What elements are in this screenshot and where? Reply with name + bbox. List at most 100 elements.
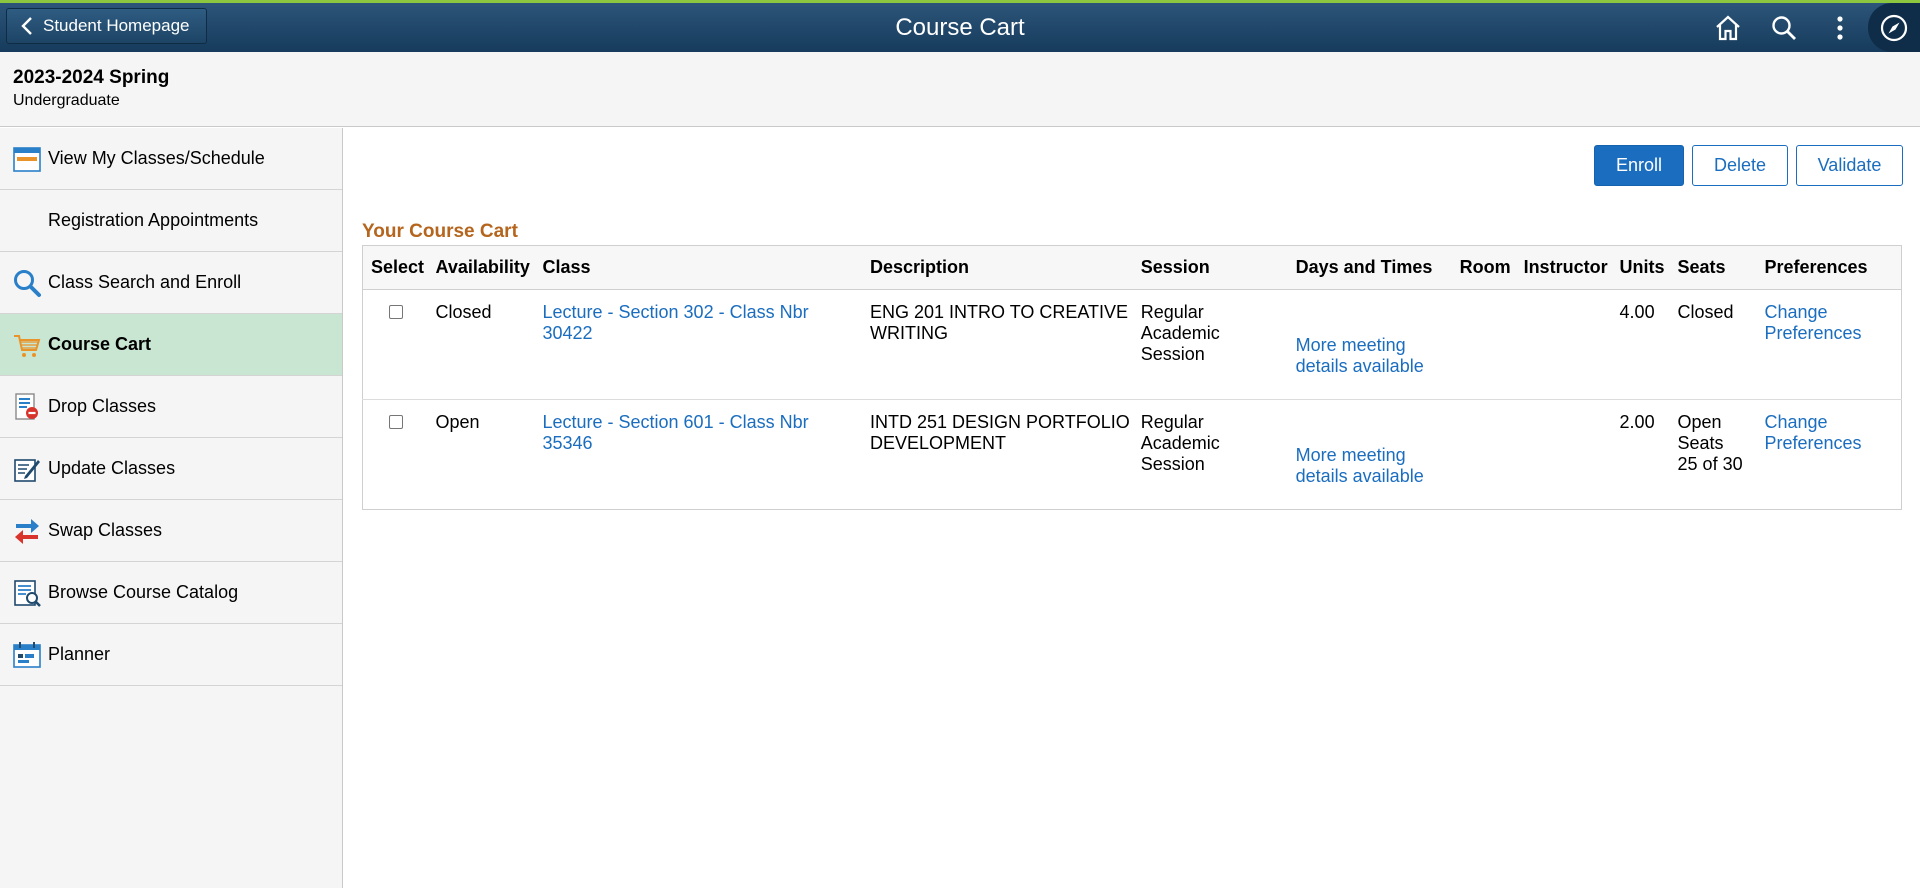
seats-cell: Open Seats 25 of 30 (1670, 400, 1757, 510)
cart-icon (12, 330, 42, 360)
column-header-units: Units (1611, 245, 1670, 290)
description-line: WRITING (869, 323, 948, 343)
availability-cell: Closed (427, 289, 535, 400)
select-cell (363, 400, 428, 510)
units-cell: 2.00 (1619, 412, 1655, 432)
sidebar-item-label: Drop Classes (48, 396, 157, 416)
page-title: Course Cart (895, 14, 1025, 41)
description-cell: INTD 251 DESIGN PORTFOLIO DEVELOPMENT (862, 400, 1133, 510)
more-meeting-details-link[interactable]: More meeting details available (1296, 445, 1452, 487)
meeting-link-line: details available (1295, 356, 1424, 376)
sidebar-item-update-classes[interactable]: Update Classes (0, 438, 342, 500)
room-cell (1452, 400, 1516, 510)
seats-line: Closed (1677, 302, 1734, 322)
instructor-cell (1515, 289, 1612, 400)
seats-cell: Closed (1669, 289, 1757, 400)
column-header-select: Select (362, 245, 428, 290)
table-row: Open Lecture - Section 601 - Class Nbr 3… (363, 400, 1902, 510)
swap-icon (12, 516, 42, 546)
select-checkbox[interactable] (389, 305, 403, 319)
description-cell: ENG 201 INTRO TO CREATIVE WRITING (861, 289, 1133, 400)
sidebar-item-browse-catalog[interactable]: Browse Course Catalog (0, 562, 342, 624)
units-cell: 4.00 (1611, 289, 1670, 400)
sidebar-item-planner[interactable]: Planner (0, 624, 342, 686)
session-line: Regular (1140, 302, 1204, 322)
navbar-button[interactable] (1868, 3, 1920, 52)
banner: Student Homepage Course Cart (0, 3, 1920, 52)
column-header-instructor: Instructor (1515, 245, 1612, 290)
sidebar-item-label: Browse Course Catalog (48, 582, 239, 602)
pref-link-line: Change (1764, 302, 1828, 322)
description-line: DEVELOPMENT (869, 433, 1007, 453)
banner-actions (1700, 3, 1920, 52)
preferences-cell: Change Preferences (1756, 400, 1901, 510)
back-button-label: Student Homepage (43, 16, 190, 35)
drop-classes-icon (12, 392, 42, 422)
home-button[interactable] (1700, 3, 1756, 52)
column-header-class: Class (534, 245, 862, 290)
change-preferences-link[interactable]: Change Preferences (1764, 302, 1861, 343)
seats-line: Open (1677, 412, 1722, 432)
class-cell: Lecture - Section 601 - Class Nbr 35346 (534, 400, 862, 510)
sidebar-item-label: Course Cart (48, 334, 152, 354)
search-button[interactable] (1756, 3, 1812, 52)
description-line: INTD 251 DESIGN PORTFOLIO (869, 412, 1130, 432)
sidebar-item-course-cart[interactable]: Course Cart (0, 314, 342, 376)
preferences-cell: Change Preferences (1756, 289, 1902, 400)
sidebar-item-registration-appointments[interactable]: Registration Appointments (0, 190, 342, 252)
course-cart-grid: Select Availability Class Description Se… (362, 245, 1902, 510)
class-link[interactable]: Lecture - Section 601 - Class Nbr 35346 (542, 412, 808, 453)
calendar-icon (12, 144, 42, 174)
column-header-session: Session (1132, 245, 1288, 290)
select-cell (362, 289, 428, 400)
validate-button[interactable]: Validate (1796, 145, 1903, 186)
sidebar-item-drop-classes[interactable]: Drop Classes (0, 376, 342, 438)
sidebar: View My Classes/Schedule Registration Ap… (0, 128, 343, 888)
column-header-preferences: Preferences (1756, 245, 1902, 290)
room-cell (1451, 289, 1516, 400)
days-times-cell: More meeting details available (1288, 400, 1452, 510)
course-cart-title: Your Course Cart (362, 221, 518, 242)
table-row: Closed Lecture - Section 302 - Class Nbr… (362, 289, 1902, 400)
session-line: Regular (1140, 412, 1204, 432)
enroll-button[interactable]: Enroll (1594, 145, 1684, 186)
chevron-left-icon (21, 17, 32, 35)
session-cell: Regular Academic Session (1133, 400, 1288, 510)
class-link[interactable]: Lecture - Section 302 - Class Nbr 30422 (542, 302, 808, 343)
sidebar-item-view-my-classes[interactable]: View My Classes/Schedule (0, 128, 342, 190)
main-content: Enroll Delete Validate Your Course Cart … (343, 128, 1920, 888)
meeting-link-line: details available (1295, 466, 1424, 486)
description-line: ENG 201 INTRO TO CREATIVE (869, 302, 1129, 322)
delete-button[interactable]: Delete (1692, 145, 1788, 186)
more-vertical-icon (1837, 15, 1843, 40)
column-header-room: Room (1451, 245, 1516, 290)
session-line: Session (1140, 454, 1205, 474)
term-header: 2023-2024 Spring Undergraduate (0, 52, 1920, 127)
select-checkbox[interactable] (389, 415, 403, 429)
column-header-availability: Availability (427, 245, 535, 290)
grid-header-row: Select Availability Class Description Se… (362, 245, 1902, 290)
sidebar-item-label: Planner (48, 644, 111, 664)
catalog-icon (12, 578, 42, 608)
change-preferences-link[interactable]: Change Preferences (1764, 412, 1861, 453)
column-header-days-times: Days and Times (1287, 245, 1452, 290)
seats-line: Seats (1677, 433, 1724, 453)
column-header-seats: Seats (1669, 245, 1757, 290)
sidebar-item-label: Registration Appointments (48, 210, 259, 230)
home-icon (1716, 15, 1740, 40)
meeting-link-line: More meeting (1295, 445, 1406, 465)
session-cell: Regular Academic Session (1132, 289, 1288, 400)
meeting-link-line: More meeting (1295, 335, 1406, 355)
sidebar-item-class-search[interactable]: Class Search and Enroll (0, 252, 342, 314)
actions-menu-button[interactable] (1812, 3, 1868, 52)
more-meeting-details-link[interactable]: More meeting details available (1296, 335, 1452, 377)
sidebar-item-label: View My Classes/Schedule (48, 148, 265, 168)
update-classes-icon (12, 454, 42, 484)
back-button[interactable]: Student Homepage (6, 8, 207, 44)
class-cell: Lecture - Section 302 - Class Nbr 30422 (534, 289, 862, 400)
search-icon (1772, 15, 1796, 40)
days-times-cell: More meeting details available (1287, 289, 1452, 400)
compass-icon (1880, 14, 1908, 41)
pref-link-line: Preferences (1764, 433, 1862, 453)
sidebar-item-swap-classes[interactable]: Swap Classes (0, 500, 342, 562)
